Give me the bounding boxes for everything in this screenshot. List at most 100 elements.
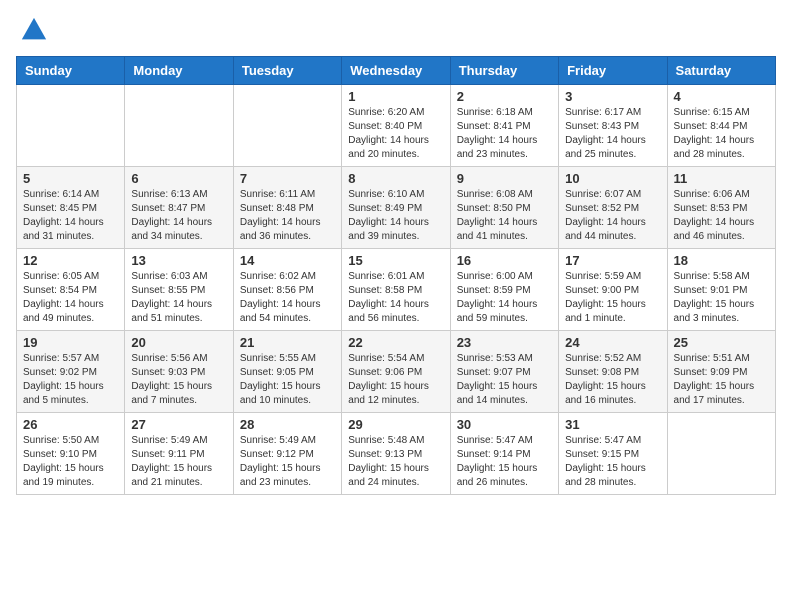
calendar-cell: 26 Sunrise: 5:50 AM Sunset: 9:10 PM Dayli…: [17, 413, 125, 495]
logo: [16, 16, 48, 44]
calendar-cell: 23Sunrise: 5:53 AM Sunset: 9:07 PM Dayli…: [450, 331, 558, 413]
day-header-saturday: Saturday: [667, 57, 775, 85]
day-number: 5: [23, 171, 118, 186]
day-number: 1: [348, 89, 443, 104]
day-info: Sunrise: 5:57 AM Sunset: 9:02 PM Dayligh…: [23, 352, 118, 408]
day-info: Sunrise: 6:13 AM Sunset: 8:47 PM Dayligh…: [131, 188, 226, 244]
day-header-wednesday: Wednesday: [342, 57, 450, 85]
day-info: Sunrise: 6:14 AM Sunset: 8:45 PM Dayligh…: [23, 188, 118, 244]
calendar-cell: 3 Sunrise: 6:17 AM Sunset: 8:43 PM Daylig…: [559, 85, 667, 167]
calendar-cell: [17, 85, 125, 167]
day-info: Sunrise: 6:03 AM Sunset: 8:55 PM Dayligh…: [131, 270, 226, 326]
day-info: Sunrise: 5:58 AM Sunset: 9:01 PM Dayligh…: [674, 270, 769, 326]
day-info: Sunrise: 6:20 AM Sunset: 8:40 PM Dayligh…: [348, 106, 443, 162]
day-info: Sunrise: 6:06 AM Sunset: 8:53 PM Dayligh…: [674, 188, 769, 244]
day-number: 30: [457, 417, 552, 432]
day-info: Sunrise: 5:49 AM Sunset: 9:11 PM Dayligh…: [131, 434, 226, 490]
day-number: 13: [131, 253, 226, 268]
day-info: Sunrise: 6:18 AM Sunset: 8:41 PM Dayligh…: [457, 106, 552, 162]
day-info: Sunrise: 5:56 AM Sunset: 9:03 PM Dayligh…: [131, 352, 226, 408]
day-number: 17: [565, 253, 660, 268]
calendar-cell: 21Sunrise: 5:55 AM Sunset: 9:05 PM Dayli…: [233, 331, 341, 413]
day-info: Sunrise: 6:05 AM Sunset: 8:54 PM Dayligh…: [23, 270, 118, 326]
calendar-cell: 5 Sunrise: 6:14 AM Sunset: 8:45 PM Daylig…: [17, 167, 125, 249]
day-info: Sunrise: 6:15 AM Sunset: 8:44 PM Dayligh…: [674, 106, 769, 162]
day-number: 28: [240, 417, 335, 432]
week-row-5: 26 Sunrise: 5:50 AM Sunset: 9:10 PM Dayli…: [17, 413, 776, 495]
calendar-cell: 20 Sunrise: 5:56 AM Sunset: 9:03 PM Dayli…: [125, 331, 233, 413]
week-row-4: 19 Sunrise: 5:57 AM Sunset: 9:02 PM Dayli…: [17, 331, 776, 413]
day-header-sunday: Sunday: [17, 57, 125, 85]
calendar-cell: 13 Sunrise: 6:03 AM Sunset: 8:55 PM Dayli…: [125, 249, 233, 331]
day-info: Sunrise: 6:17 AM Sunset: 8:43 PM Dayligh…: [565, 106, 660, 162]
calendar-cell: 4 Sunrise: 6:15 AM Sunset: 8:44 PM Daylig…: [667, 85, 775, 167]
day-info: Sunrise: 6:00 AM Sunset: 8:59 PM Dayligh…: [457, 270, 552, 326]
day-number: 14: [240, 253, 335, 268]
day-info: Sunrise: 5:50 AM Sunset: 9:10 PM Dayligh…: [23, 434, 118, 490]
day-number: 19: [23, 335, 118, 350]
day-number: 4: [674, 89, 769, 104]
day-info: Sunrise: 6:01 AM Sunset: 8:58 PM Dayligh…: [348, 270, 443, 326]
day-number: 31: [565, 417, 660, 432]
day-info: Sunrise: 6:10 AM Sunset: 8:49 PM Dayligh…: [348, 188, 443, 244]
day-number: 3: [565, 89, 660, 104]
calendar-cell: 14 Sunrise: 6:02 AM Sunset: 8:56 PM Dayli…: [233, 249, 341, 331]
day-header-friday: Friday: [559, 57, 667, 85]
day-info: Sunrise: 5:47 AM Sunset: 9:14 PM Dayligh…: [457, 434, 552, 490]
day-number: 20: [131, 335, 226, 350]
calendar-cell: [667, 413, 775, 495]
calendar-cell: 9 Sunrise: 6:08 AM Sunset: 8:50 PM Daylig…: [450, 167, 558, 249]
day-number: 6: [131, 171, 226, 186]
day-info: Sunrise: 6:11 AM Sunset: 8:48 PM Dayligh…: [240, 188, 335, 244]
day-info: Sunrise: 5:52 AM Sunset: 9:08 PM Dayligh…: [565, 352, 660, 408]
calendar-cell: 19 Sunrise: 5:57 AM Sunset: 9:02 PM Dayli…: [17, 331, 125, 413]
day-info: Sunrise: 6:08 AM Sunset: 8:50 PM Dayligh…: [457, 188, 552, 244]
calendar-cell: 18Sunrise: 5:58 AM Sunset: 9:01 PM Dayli…: [667, 249, 775, 331]
week-row-2: 5 Sunrise: 6:14 AM Sunset: 8:45 PM Daylig…: [17, 167, 776, 249]
day-number: 27: [131, 417, 226, 432]
day-number: 2: [457, 89, 552, 104]
calendar-cell: 31 Sunrise: 5:47 AM Sunset: 9:15 PM Dayli…: [559, 413, 667, 495]
day-number: 7: [240, 171, 335, 186]
day-number: 22: [348, 335, 443, 350]
day-number: 8: [348, 171, 443, 186]
week-row-3: 12Sunrise: 6:05 AM Sunset: 8:54 PM Dayli…: [17, 249, 776, 331]
day-info: Sunrise: 6:02 AM Sunset: 8:56 PM Dayligh…: [240, 270, 335, 326]
day-number: 26: [23, 417, 118, 432]
calendar-cell: 24 Sunrise: 5:52 AM Sunset: 9:08 PM Dayli…: [559, 331, 667, 413]
day-number: 9: [457, 171, 552, 186]
logo-icon: [20, 16, 48, 44]
day-info: Sunrise: 5:51 AM Sunset: 9:09 PM Dayligh…: [674, 352, 769, 408]
day-number: 16: [457, 253, 552, 268]
day-number: 25: [674, 335, 769, 350]
calendar-cell: 8 Sunrise: 6:10 AM Sunset: 8:49 PM Daylig…: [342, 167, 450, 249]
calendar-cell: 30 Sunrise: 5:47 AM Sunset: 9:14 PM Dayli…: [450, 413, 558, 495]
calendar-cell: 1 Sunrise: 6:20 AM Sunset: 8:40 PM Daylig…: [342, 85, 450, 167]
calendar-cell: 15 Sunrise: 6:01 AM Sunset: 8:58 PM Dayli…: [342, 249, 450, 331]
day-number: 23: [457, 335, 552, 350]
day-header-monday: Monday: [125, 57, 233, 85]
day-header-tuesday: Tuesday: [233, 57, 341, 85]
calendar-cell: 10Sunrise: 6:07 AM Sunset: 8:52 PM Dayli…: [559, 167, 667, 249]
calendar-cell: 22Sunrise: 5:54 AM Sunset: 9:06 PM Dayli…: [342, 331, 450, 413]
day-info: Sunrise: 5:59 AM Sunset: 9:00 PM Dayligh…: [565, 270, 660, 326]
calendar-cell: 25 Sunrise: 5:51 AM Sunset: 9:09 PM Dayli…: [667, 331, 775, 413]
calendar-cell: [125, 85, 233, 167]
day-number: 24: [565, 335, 660, 350]
day-info: Sunrise: 5:47 AM Sunset: 9:15 PM Dayligh…: [565, 434, 660, 490]
calendar-cell: [233, 85, 341, 167]
calendar-cell: 7 Sunrise: 6:11 AM Sunset: 8:48 PM Daylig…: [233, 167, 341, 249]
calendar-cell: 6 Sunrise: 6:13 AM Sunset: 8:47 PM Daylig…: [125, 167, 233, 249]
calendar-cell: 16 Sunrise: 6:00 AM Sunset: 8:59 PM Dayli…: [450, 249, 558, 331]
header: [16, 16, 776, 44]
day-number: 29: [348, 417, 443, 432]
calendar-cell: 11 Sunrise: 6:06 AM Sunset: 8:53 PM Dayli…: [667, 167, 775, 249]
day-info: Sunrise: 6:07 AM Sunset: 8:52 PM Dayligh…: [565, 188, 660, 244]
calendar-cell: 17 Sunrise: 5:59 AM Sunset: 9:00 PM Dayli…: [559, 249, 667, 331]
day-info: Sunrise: 5:48 AM Sunset: 9:13 PM Dayligh…: [348, 434, 443, 490]
day-info: Sunrise: 5:49 AM Sunset: 9:12 PM Dayligh…: [240, 434, 335, 490]
header-row: SundayMondayTuesdayWednesdayThursdayFrid…: [17, 57, 776, 85]
calendar: SundayMondayTuesdayWednesdayThursdayFrid…: [16, 56, 776, 495]
day-number: 11: [674, 171, 769, 186]
day-number: 15: [348, 253, 443, 268]
